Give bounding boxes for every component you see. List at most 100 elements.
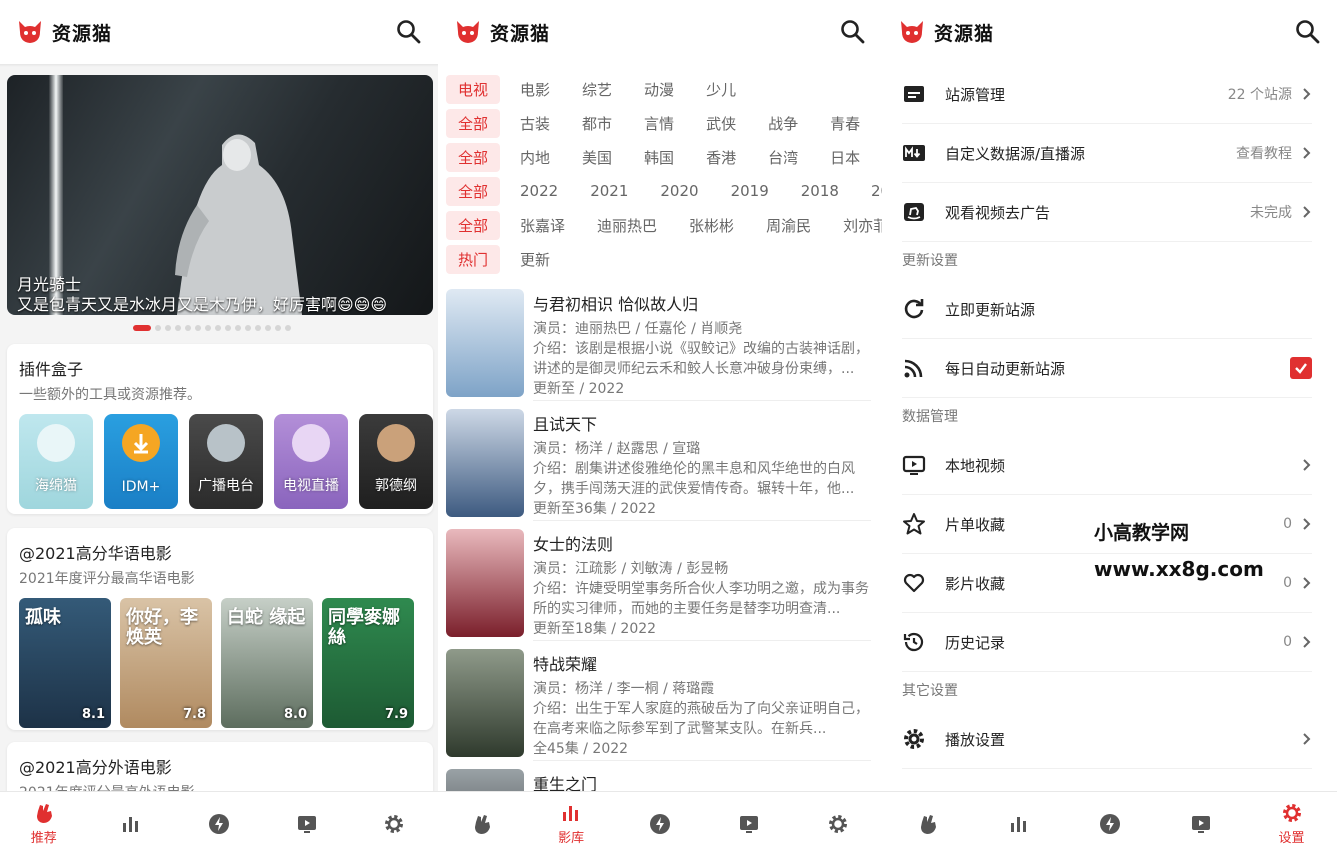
filter-chip[interactable]: 日本 <box>818 143 872 172</box>
setting-auto-update[interactable]: 每日自动更新站源 <box>902 339 1312 398</box>
filter-chip[interactable]: 香港 <box>694 143 748 172</box>
nav-library[interactable]: 影库 <box>541 802 601 846</box>
filter-chip[interactable]: 全部 <box>446 108 501 138</box>
filter-chip[interactable]: 2021 <box>578 178 640 204</box>
filter-chip[interactable]: 更新 <box>508 245 562 274</box>
setting-custom-source[interactable]: 自定义数据源/直播源 查看教程 <box>902 124 1312 183</box>
plugin-tile[interactable]: 广播电台 <box>189 414 263 509</box>
nav-flash[interactable] <box>630 813 690 835</box>
filter-chip[interactable]: 全部 <box>446 142 501 172</box>
video-play-icon <box>1191 815 1210 833</box>
page-dot[interactable] <box>185 325 191 331</box>
list-item[interactable]: 特战荣耀 演员：杨洋 / 李一桐 / 蒋璐霞 介绍：出生于军人家庭的燕破岳为了向… <box>438 645 882 765</box>
setting-update-now[interactable]: 立即更新站源 <box>902 280 1312 339</box>
nav-recommend[interactable]: 推荐 <box>14 802 74 846</box>
nav-library[interactable] <box>989 813 1049 835</box>
filter-chip[interactable]: 武侠 <box>694 109 748 138</box>
page-dot[interactable] <box>215 325 221 331</box>
page-dot[interactable] <box>175 325 181 331</box>
filter-chip[interactable]: 电影 <box>508 75 562 104</box>
plugin-tile[interactable]: 海绵猫 <box>19 414 93 509</box>
page-dot[interactable] <box>225 325 231 331</box>
filter-chip[interactable]: 言情 <box>632 109 686 138</box>
filter-chip[interactable]: 热门 <box>446 244 501 274</box>
page-dot[interactable] <box>275 325 281 331</box>
filter-chip[interactable]: 少儿 <box>694 75 748 104</box>
nav-library[interactable] <box>101 813 161 835</box>
filter-chip[interactable]: 韩国 <box>632 143 686 172</box>
auto-update-checkbox[interactable] <box>1290 357 1312 379</box>
page-dot[interactable] <box>165 325 171 331</box>
nav-video[interactable] <box>719 813 779 835</box>
filter-chip[interactable]: 周渝民 <box>754 211 823 240</box>
movie-poster[interactable]: 白蛇 缘起 8.0 <box>221 598 313 728</box>
setting-history[interactable]: 历史记录 0 <box>902 613 1312 672</box>
movie-poster[interactable]: 孤味 8.1 <box>19 598 111 728</box>
filter-chip[interactable]: 内地 <box>508 143 562 172</box>
filter-chip[interactable]: 2019 <box>719 178 781 204</box>
setting-remove-ads[interactable]: 观看视频去广告 未完成 <box>902 183 1312 242</box>
chevron-right-icon <box>1303 636 1311 648</box>
list-item[interactable]: 女士的法则 演员：江疏影 / 刘敏涛 / 彭昱畅 介绍：许婕受明堂事务所合伙人李… <box>438 525 882 645</box>
setting-local-video[interactable]: 本地视频 <box>902 436 1312 495</box>
search-icon[interactable] <box>396 19 422 45</box>
search-icon[interactable] <box>1295 19 1321 45</box>
nav-settings[interactable]: 设置 <box>1262 802 1322 846</box>
nav-video[interactable] <box>1171 813 1231 835</box>
filter-chip[interactable]: 台湾 <box>756 143 810 172</box>
page-dot[interactable] <box>195 325 201 331</box>
nav-flash[interactable] <box>1080 813 1140 835</box>
hero-banner[interactable]: 月光骑士 又是包青天又是水冰月又是木乃伊，好厉害啊😄😄😄 <box>7 75 433 315</box>
filter-chip[interactable]: 2022 <box>508 178 570 204</box>
filter-chip[interactable]: 2017 <box>859 178 882 204</box>
nav-flash[interactable] <box>189 813 249 835</box>
filter-chip[interactable]: 古装 <box>508 109 562 138</box>
nav-recommend[interactable] <box>898 813 958 835</box>
movie-poster[interactable]: 你好，李焕英 7.8 <box>120 598 212 728</box>
filter-chip[interactable]: 电视 <box>446 74 501 104</box>
page-dot[interactable] <box>205 325 211 331</box>
setting-playback[interactable]: 播放设置 <box>902 710 1312 769</box>
page-dot[interactable] <box>255 325 261 331</box>
app-logo[interactable]: 资源猫 <box>16 19 112 46</box>
search-icon[interactable] <box>840 19 866 45</box>
app-logo[interactable]: 资源猫 <box>454 19 550 46</box>
page-dot-active[interactable] <box>133 325 151 331</box>
filter-chip[interactable]: 综艺 <box>570 75 624 104</box>
filter-chip[interactable]: 迪丽热巴 <box>585 211 669 240</box>
movie-poster[interactable]: 同學麥娜絲 7.9 <box>322 598 414 728</box>
video-list: 与君初相识 恰似故人归 演员：迪丽热巴 / 任嘉伦 / 肖顺尧 介绍：该剧是根据… <box>438 285 882 855</box>
setting-source-manage[interactable]: 站源管理 22 个站源 <box>902 65 1312 124</box>
page-dot[interactable] <box>235 325 241 331</box>
nav-recommend[interactable] <box>452 813 512 835</box>
filter-chip[interactable]: 2018 <box>789 178 851 204</box>
filter-chip[interactable]: 动漫 <box>632 75 686 104</box>
list-item[interactable]: 与君初相识 恰似故人归 演员：迪丽热巴 / 任嘉伦 / 肖顺尧 介绍：该剧是根据… <box>438 285 882 405</box>
plugin-tile[interactable]: IDM+ <box>104 414 178 509</box>
filter-chip[interactable]: 全部 <box>446 176 501 206</box>
page-dot[interactable] <box>245 325 251 331</box>
nav-settings[interactable] <box>364 813 424 835</box>
filter-chip[interactable]: 全部 <box>446 210 501 240</box>
nav-video[interactable] <box>277 813 337 835</box>
bar-chart-icon <box>123 816 139 832</box>
filter-chip[interactable]: 张嘉译 <box>508 211 577 240</box>
page-dot[interactable] <box>155 325 161 331</box>
page-dot[interactable] <box>265 325 271 331</box>
filter-chip[interactable]: 2020 <box>648 178 710 204</box>
nav-settings[interactable] <box>808 813 868 835</box>
filter-chip[interactable]: 战争 <box>756 109 810 138</box>
app-logo[interactable]: 资源猫 <box>898 19 994 46</box>
page-dot[interactable] <box>285 325 291 331</box>
item-actors: 演员：杨洋 / 赵露思 / 宣璐 <box>533 441 701 457</box>
section-header-data: 数据管理 <box>902 409 958 425</box>
filter-chip[interactable]: 美国 <box>570 143 624 172</box>
filter-chip[interactable]: 都市 <box>570 109 624 138</box>
filter-chip[interactable]: 刘亦菲 <box>831 211 882 240</box>
list-item[interactable]: 且试天下 演员：杨洋 / 赵露思 / 宣璐 介绍：剧集讲述俊雅绝伦的黑丰息和风华… <box>438 405 882 525</box>
filter-chip[interactable]: 张彬彬 <box>677 211 746 240</box>
plugin-tile[interactable]: 郭德纲 <box>359 414 433 509</box>
plugin-tile[interactable]: 电视直播 <box>274 414 348 509</box>
item-title: 女士的法则 <box>533 535 614 554</box>
filter-chip[interactable]: 青春 <box>818 109 872 138</box>
